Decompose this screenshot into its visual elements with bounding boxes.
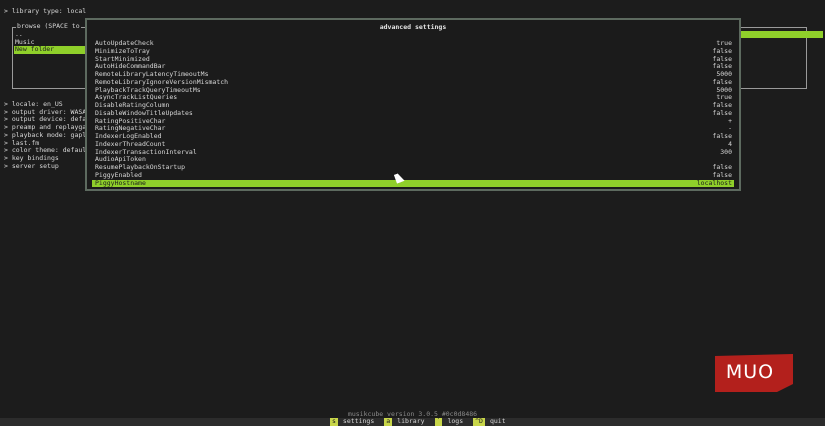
advanced-setting-row[interactable]: MinimizeToTray false — [92, 47, 734, 56]
advanced-setting-row[interactable]: PlaybackTrackQueryTimeoutMs 5000 — [92, 86, 734, 95]
shortcut-label-quit[interactable]: quit — [485, 417, 516, 426]
browse-item-new-folder[interactable]: New folder — [14, 46, 85, 55]
shortcut-key-settings[interactable]: s — [330, 417, 338, 426]
dialog-title: advanced settings — [379, 23, 447, 31]
shortcut-key-library[interactable]: a — [384, 417, 393, 426]
advanced-settings-list[interactable]: AutoUpdateCheck true MinimizeToTray false … — [92, 39, 734, 188]
logo-text: MUO — [725, 361, 775, 383]
advanced-setting-row[interactable]: AutoUpdateCheck true — [92, 39, 734, 48]
shortcut-label-library[interactable]: library — [392, 417, 434, 426]
advanced-setting-row[interactable]: ResumePlaybackOnStartup false — [92, 163, 734, 172]
advanced-setting-row[interactable]: IndexerTransactionInterval 300 — [92, 147, 734, 157]
browse-panel-title: browse (SPACE to — [16, 22, 81, 31]
setting-value: 300 — [720, 147, 732, 156]
advanced-setting-row[interactable]: DisableWindowTitleUpdates false — [92, 109, 734, 118]
advanced-settings-dialog: advanced settings AutoUpdateCheck true Mi… — [85, 18, 741, 191]
advanced-setting-row[interactable]: RatingNegativeChar - — [92, 125, 734, 133]
shortcut-key-quit[interactable]: ^D — [473, 417, 485, 426]
setting-server-setup[interactable]: > server setup — [4, 162, 59, 171]
shortcut-label-settings[interactable]: settings — [338, 417, 384, 426]
setting-value: localhost — [696, 178, 732, 187]
shortcut-key-logs[interactable]: ` — [434, 417, 443, 426]
shortcut-label-logs[interactable]: logs — [442, 417, 473, 426]
browse-right-highlight — [741, 31, 823, 38]
shortcut-list: s settings a library ` logs ^D quit — [330, 417, 516, 426]
advanced-setting-row[interactable]: AudioApiToken — [92, 156, 734, 164]
advanced-setting-row[interactable]: IndexerLogEnabled false — [92, 132, 734, 141]
command-bar: s settings a library ` logs ^D quit — [0, 417, 825, 426]
advanced-setting-row[interactable]: AsyncTrackListQueries true — [92, 94, 734, 102]
advanced-setting-row[interactable]: RatingPositiveChar + — [92, 117, 734, 126]
setting-name: PiggyHostname — [95, 178, 146, 187]
muo-logo: MUO — [715, 354, 793, 392]
advanced-setting-row[interactable]: StartMinimized false — [92, 55, 734, 64]
library-type-setting[interactable]: > library type: local — [4, 7, 86, 16]
advanced-setting-row-selected[interactable]: PiggyHostname localhost — [92, 178, 734, 188]
advanced-setting-row[interactable]: PiggyEnabled false — [92, 171, 734, 180]
